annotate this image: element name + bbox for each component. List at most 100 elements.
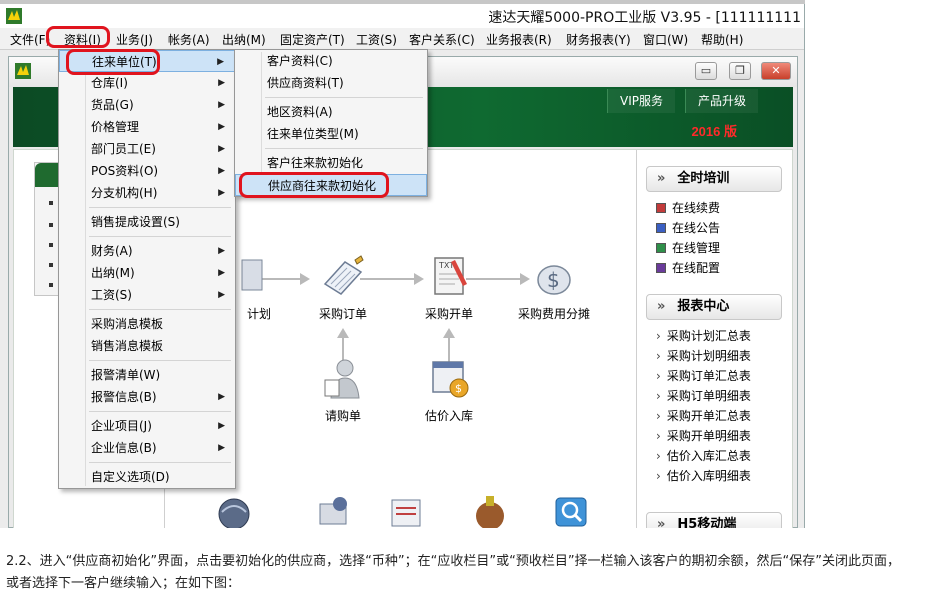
menu-item-label: POS资料(O) xyxy=(91,164,159,178)
product-upgrade-button[interactable]: 产品升级 xyxy=(685,89,759,113)
submenu-item-customer-init[interactable]: 客户往来款初始化 xyxy=(235,152,427,174)
report-link[interactable]: › 估价入库明细表 xyxy=(646,466,782,486)
submenu-item-label: 客户往来款初始化 xyxy=(267,156,364,170)
maximize-button[interactable]: ❐ xyxy=(729,62,751,80)
menu-item-goods[interactable]: 货品(G) ▶ xyxy=(59,94,235,116)
menu-file[interactable]: 文件(F) xyxy=(10,31,50,48)
menu-item-pos[interactable]: POS资料(O) ▶ xyxy=(59,160,235,182)
menu-item-enterprise-project[interactable]: 企业项目(J) ▶ xyxy=(59,415,235,437)
submenu-arrow-icon: ▶ xyxy=(218,443,225,453)
close-button[interactable]: ✕ xyxy=(761,62,791,80)
reports-title: 报表中心 xyxy=(677,299,730,314)
menu-separator xyxy=(59,459,235,466)
flow-node-order[interactable]: 采购订单 xyxy=(293,254,393,322)
menu-item-sales-template[interactable]: 销售消息模板 xyxy=(59,335,235,357)
app-logo-icon xyxy=(6,8,22,24)
flow-label-order: 采购订单 xyxy=(318,307,367,321)
h5-header[interactable]: » H5移动端 xyxy=(646,512,782,528)
training-item[interactable]: 在线管理 xyxy=(646,238,782,258)
business-search-icon[interactable] xyxy=(552,494,592,528)
training-item-label: 在线公告 xyxy=(672,221,721,235)
training-item[interactable]: 在线配置 xyxy=(646,258,782,278)
submenu-arrow-icon: ▶ xyxy=(217,57,224,67)
menu-item-finance[interactable]: 财务(A) ▶ xyxy=(59,240,235,262)
menu-item-branch[interactable]: 分支机构(H) ▶ xyxy=(59,182,235,204)
menu-item-payroll[interactable]: 工资(S) ▶ xyxy=(59,284,235,306)
training-item[interactable]: 在线续费 xyxy=(646,198,782,218)
chevron-right-icon: » xyxy=(657,299,666,314)
data-menu-dropdown: 往来单位(T) ▶ 仓库(I) ▶ 货品(G) ▶ 价格管理 ▶ 部门员工(E) ▶ PO… xyxy=(58,49,236,489)
menu-separator xyxy=(235,94,427,101)
flow-node-estimate[interactable]: $ 估价入库 xyxy=(399,356,499,424)
menu-help[interactable]: 帮助(H) xyxy=(701,31,743,48)
report-link[interactable]: › 采购订单明细表 xyxy=(646,386,782,406)
menu-item-label: 销售提成设置(S) xyxy=(91,215,180,229)
submenu-item-contact-type[interactable]: 往来单位类型(M) xyxy=(235,123,427,145)
estimate-data-icon[interactable] xyxy=(470,494,510,528)
menu-fixed-assets[interactable]: 固定资产(T) xyxy=(280,31,345,48)
supplier-data-icon[interactable] xyxy=(314,494,354,528)
menu-bar: 文件(F) 资料(I) 业务(J) 帐务(A) 出纳(M) 固定资产(T) 工资… xyxy=(0,28,804,50)
menu-payroll[interactable]: 工资(S) xyxy=(356,31,397,48)
menu-separator xyxy=(59,408,235,415)
chevron-right-icon: » xyxy=(657,171,666,186)
report-link[interactable]: › 采购订单汇总表 xyxy=(646,366,782,386)
menu-business-reports[interactable]: 业务报表(R) xyxy=(486,31,552,48)
menu-item-alert-info[interactable]: 报警信息(B) ▶ xyxy=(59,386,235,408)
menu-item-custom-options[interactable]: 自定义选项(D) xyxy=(59,466,235,488)
report-link-label: 估价入库汇总表 xyxy=(666,449,751,463)
training-item[interactable]: 在线公告 xyxy=(646,218,782,238)
report-link-label: 采购计划明细表 xyxy=(666,349,751,363)
menu-item-cashier[interactable]: 出纳(M) ▶ xyxy=(59,262,235,284)
report-link[interactable]: › 采购计划明细表 xyxy=(646,346,782,366)
menu-window[interactable]: 窗口(W) xyxy=(643,31,688,48)
goods-data-icon[interactable] xyxy=(386,494,426,528)
flow-node-request[interactable]: 请购单 xyxy=(293,356,393,424)
menu-item-label: 企业项目(J) xyxy=(91,419,152,433)
menu-item-warehouse[interactable]: 仓库(I) ▶ xyxy=(59,72,235,94)
menu-finance-reports[interactable]: 财务报表(Y) xyxy=(566,31,631,48)
menu-item-label: 报警清单(W) xyxy=(91,368,161,382)
menu-item-commission[interactable]: 销售提成设置(S) xyxy=(59,211,235,233)
flow-node-cost[interactable]: $ 采购费用分摊 xyxy=(504,254,604,322)
menu-business[interactable]: 业务(J) xyxy=(116,31,153,48)
menu-item-price[interactable]: 价格管理 ▶ xyxy=(59,116,235,138)
menu-item-department[interactable]: 部门员工(E) ▶ xyxy=(59,138,235,160)
submenu-arrow-icon: ▶ xyxy=(218,188,225,198)
menu-item-label: 出纳(M) xyxy=(91,266,135,280)
menu-item-enterprise-info[interactable]: 企业信息(B) ▶ xyxy=(59,437,235,459)
submenu-arrow-icon: ▶ xyxy=(218,166,225,176)
submenu-item-label: 客户资料(C) xyxy=(267,54,333,68)
submenu-arrow-icon: ▶ xyxy=(218,421,225,431)
flow-node-invoice[interactable]: TXT 采购开单 xyxy=(399,254,499,322)
training-header[interactable]: » 全时培训 xyxy=(646,166,782,192)
vip-service-button[interactable]: VIP服务 xyxy=(607,89,675,113)
menu-crm[interactable]: 客户关系(C) xyxy=(409,31,475,48)
submenu-item-label: 往来单位类型(M) xyxy=(267,127,359,141)
submenu-item-region[interactable]: 地区资料(A) xyxy=(235,101,427,123)
menu-cashier[interactable]: 出纳(M) xyxy=(222,31,266,48)
menu-accounts[interactable]: 帐务(A) xyxy=(168,31,210,48)
report-link[interactable]: › 估价入库汇总表 xyxy=(646,446,782,466)
app-title: 速达天耀5000-PRO工业版 V3.95 - [111111111 xyxy=(488,10,801,26)
reports-header[interactable]: » 报表中心 xyxy=(646,294,782,320)
report-link-label: 采购开单汇总表 xyxy=(666,409,751,423)
svg-text:$: $ xyxy=(455,382,462,395)
report-link-label: 采购计划汇总表 xyxy=(666,329,751,343)
training-item-label: 在线配置 xyxy=(672,261,721,275)
tutorial-caption: 2.2、进入“供应商初始化”界面，点击要初始化的供应商，选择“币种”；在“应收栏… xyxy=(6,551,949,594)
training-title: 全时培训 xyxy=(677,171,730,186)
highlight-data-menu xyxy=(46,26,110,48)
submenu-arrow-icon: ▶ xyxy=(218,78,225,88)
submenu-item-supplier[interactable]: 供应商资料(T) xyxy=(235,72,427,94)
region-data-icon[interactable] xyxy=(214,494,254,528)
minimize-button[interactable]: ▭ xyxy=(695,62,717,80)
report-link-label: 采购开单明细表 xyxy=(666,429,751,443)
submenu-item-customer[interactable]: 客户资料(C) xyxy=(235,50,427,72)
report-link[interactable]: › 采购开单明细表 xyxy=(646,426,782,446)
menu-item-purchase-template[interactable]: 采购消息模板 xyxy=(59,313,235,335)
report-link[interactable]: › 采购计划汇总表 xyxy=(646,326,782,346)
report-link[interactable]: › 采购开单汇总表 xyxy=(646,406,782,426)
report-link-label: 采购订单汇总表 xyxy=(666,369,751,383)
menu-item-alert-list[interactable]: 报警清单(W) xyxy=(59,364,235,386)
